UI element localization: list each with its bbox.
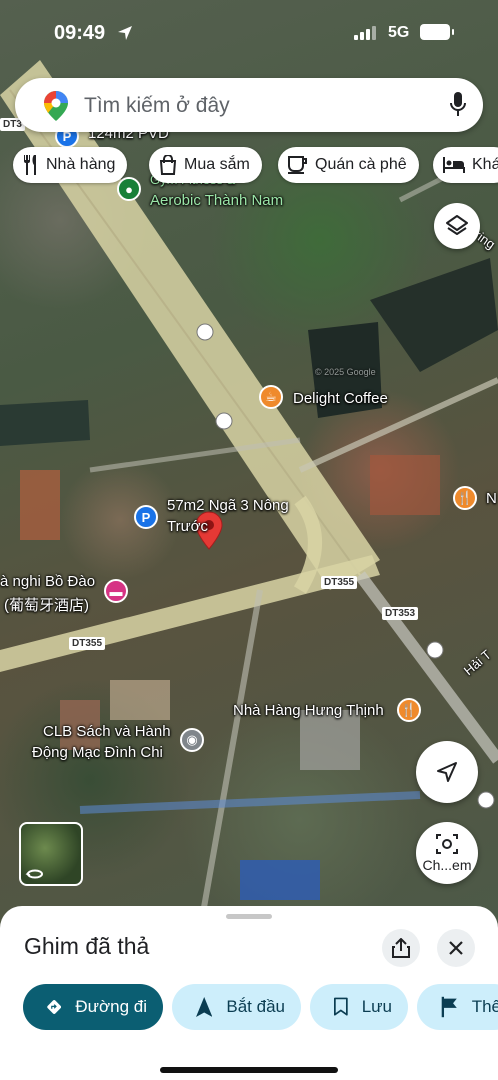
directions-icon bbox=[47, 1000, 62, 1014]
sheet-grabber[interactable] bbox=[226, 914, 272, 919]
hotel-icon[interactable]: ▬ bbox=[104, 579, 128, 603]
start-label: Bắt đầu bbox=[226, 997, 285, 1016]
hotel-icon bbox=[443, 157, 465, 173]
restaurant-icon[interactable]: 🍴 bbox=[453, 486, 477, 510]
street-view-label: Ch...em bbox=[422, 857, 472, 873]
close-icon bbox=[449, 941, 463, 955]
copyright-text: © 2025 Google bbox=[315, 367, 376, 377]
parking-icon[interactable]: P bbox=[134, 505, 158, 529]
close-button[interactable] bbox=[437, 929, 475, 967]
label-label: Thê bbox=[471, 997, 498, 1016]
maps-logo-icon bbox=[44, 91, 68, 126]
directions-label: Đường đi bbox=[75, 997, 147, 1016]
cellular-signal-icon bbox=[354, 26, 376, 45]
place-label[interactable]: à nghi Bồ Đào bbox=[0, 573, 95, 590]
sheet-title: Ghim đã thả bbox=[24, 933, 150, 959]
street-view-button[interactable]: Ch...em bbox=[416, 822, 478, 884]
chip-shopping[interactable]: Mua sắm bbox=[149, 147, 262, 183]
coffee-icon[interactable]: ☕ bbox=[259, 385, 283, 409]
road-tag: DT355 bbox=[321, 576, 358, 589]
place-label[interactable]: N bbox=[486, 490, 497, 507]
search-input[interactable]: Tìm kiếm ở đây bbox=[84, 94, 230, 118]
place-label[interactable]: Aerobic Thành Nam bbox=[150, 192, 283, 209]
my-location-button[interactable] bbox=[416, 741, 478, 803]
place-label[interactable]: Trước bbox=[167, 518, 208, 535]
place-label[interactable]: Delight Coffee bbox=[293, 390, 388, 407]
place-bottom-sheet[interactable]: Ghim đã thả Đường đi Bắt đầu Lưu Thê bbox=[0, 906, 498, 1080]
rotate-360-icon bbox=[25, 869, 43, 879]
chip-label: Mua sắm bbox=[184, 156, 250, 173]
road-tag: DT355 bbox=[69, 637, 106, 650]
share-icon bbox=[392, 938, 410, 958]
place-label[interactable]: CLB Sách và Hành bbox=[43, 723, 171, 740]
chip-label: Nhà hàng bbox=[46, 156, 116, 173]
place-label[interactable]: 57m2 Ngã 3 Nông bbox=[167, 497, 289, 514]
layers-icon bbox=[446, 215, 468, 235]
chip-label: Khá bbox=[472, 156, 498, 173]
bookmark-icon bbox=[334, 997, 348, 1016]
flag-icon bbox=[441, 996, 457, 1018]
status-time: 09:49 bbox=[54, 22, 106, 44]
street-view-icon bbox=[436, 834, 458, 854]
status-bar: 09:49 5G bbox=[0, 0, 498, 60]
share-button[interactable] bbox=[382, 929, 420, 967]
chip-cafes[interactable]: Quán cà phê bbox=[278, 147, 419, 183]
battery-icon bbox=[420, 24, 454, 40]
save-label: Lưu bbox=[361, 997, 392, 1016]
chip-hotels[interactable]: Khá bbox=[433, 147, 498, 183]
home-indicator[interactable] bbox=[160, 1067, 338, 1073]
place-icon[interactable]: ◉ bbox=[180, 728, 204, 752]
chip-label: Quán cà phê bbox=[315, 156, 407, 173]
search-bar[interactable]: Tìm kiếm ở đây bbox=[15, 78, 483, 132]
place-label[interactable]: (葡萄牙酒店) bbox=[4, 594, 89, 615]
microphone-icon[interactable] bbox=[450, 92, 466, 123]
navigation-icon bbox=[196, 996, 213, 1018]
save-button[interactable]: Lưu bbox=[310, 984, 408, 1030]
layers-button[interactable] bbox=[434, 203, 480, 249]
navigation-arrow-icon bbox=[437, 762, 457, 782]
chip-restaurants[interactable]: Nhà hàng bbox=[13, 147, 128, 183]
location-arrow-icon bbox=[117, 25, 133, 46]
road-tag: DT353 bbox=[382, 607, 419, 620]
street-view-thumbnail[interactable] bbox=[19, 822, 83, 886]
category-chips: Nhà hàng Mua sắm Quán cà phê Khá bbox=[13, 147, 498, 183]
network-type: 5G bbox=[388, 24, 410, 41]
label-button[interactable]: Thê bbox=[417, 984, 498, 1030]
shopping-bag-icon bbox=[159, 155, 177, 175]
restaurant-icon[interactable]: 🍴 bbox=[397, 698, 421, 722]
place-label[interactable]: Động Mạc Đình Chi bbox=[32, 744, 163, 761]
coffee-icon bbox=[288, 156, 307, 174]
restaurant-icon bbox=[24, 155, 36, 175]
directions-button[interactable]: Đường đi bbox=[23, 984, 163, 1030]
place-label[interactable]: Nhà Hàng Hưng Thịnh bbox=[233, 702, 384, 719]
start-button[interactable]: Bắt đầu bbox=[172, 984, 301, 1030]
